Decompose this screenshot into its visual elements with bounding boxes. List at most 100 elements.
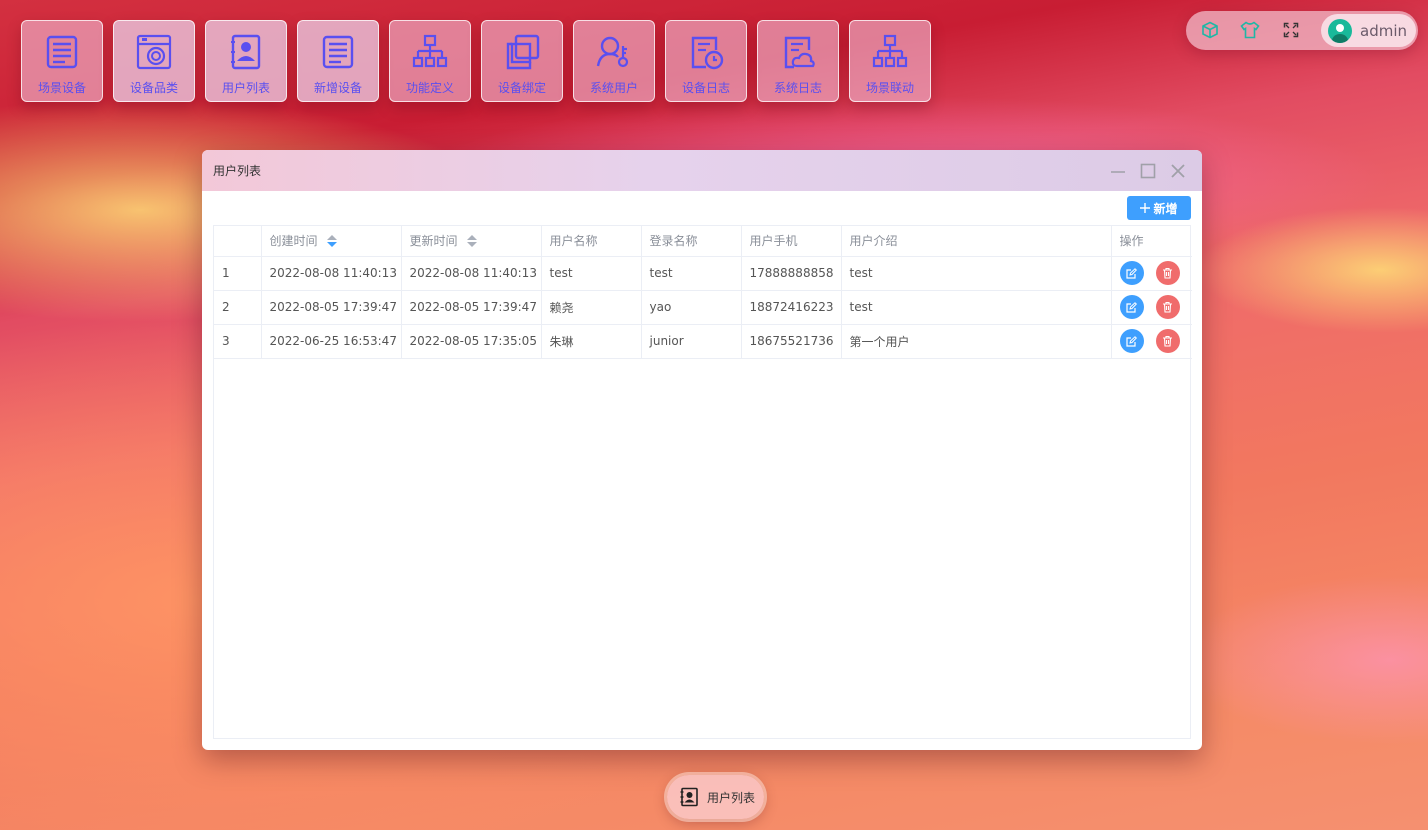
desktop-icon-label: 设备品类: [129, 81, 178, 95]
edit-icon: [1126, 301, 1137, 313]
delete-button[interactable]: [1155, 295, 1180, 319]
cell-actions: [1111, 290, 1192, 325]
desktop-icon-function-definition[interactable]: 功能定义: [389, 20, 471, 102]
taskbar-item-user-list[interactable]: 用户列表: [667, 775, 764, 819]
cube-icon[interactable]: [1198, 18, 1222, 42]
cell-index: 1: [214, 256, 262, 291]
org-chart-icon: [872, 34, 908, 68]
plus-icon: [1140, 203, 1151, 213]
taskbar-label: 用户列表: [707, 790, 756, 805]
cell-intro: 第一个用户: [841, 324, 1112, 359]
avatar: [1328, 18, 1352, 43]
edit-icon: [1126, 335, 1137, 347]
delete-button[interactable]: [1155, 329, 1180, 353]
fullscreen-icon[interactable]: [1279, 18, 1303, 42]
user-name: admin: [1360, 21, 1407, 40]
cell-phone: 18675521736: [741, 324, 842, 359]
close-icon: [1171, 164, 1185, 178]
column-header-intro: 用户介绍: [841, 226, 1112, 257]
cell-user-name: test: [541, 256, 642, 291]
desktop-icon-device-categories[interactable]: 设备品类: [113, 20, 195, 102]
table-header-row: 创建时间 更新时间 用户名称 登录名称 用户手机 用户介绍 操作: [214, 226, 1192, 257]
column-header-login-name: 登录名称: [641, 226, 742, 257]
sort-icon[interactable]: [327, 234, 338, 249]
desktop-icon-label: 系统用户: [589, 81, 638, 95]
column-header-index: [214, 226, 262, 257]
tshirt-icon[interactable]: [1238, 18, 1262, 42]
column-header-label: 创建时间: [269, 234, 318, 249]
cell-created: 2022-08-08 11:40:13: [261, 256, 402, 291]
doc-cloud-icon: [784, 36, 815, 69]
user-key-icon: [596, 36, 629, 68]
list-icon: [46, 35, 78, 69]
desktop-icon-label: 设备绑定: [497, 81, 546, 95]
cell-login-name: test: [641, 256, 742, 291]
table-row[interactable]: 2 2022-08-05 17:39:47 2022-08-05 17:39:4…: [214, 290, 1192, 325]
cell-actions: [1111, 324, 1192, 359]
desktop-icon-add-device[interactable]: 新增设备: [297, 20, 379, 102]
trash-icon: [1163, 335, 1172, 347]
desktop-icons: 场景设备 设备品类 用户列表 新增设备 功能定义 设备绑定 系统用户 设备日志 …: [21, 20, 931, 102]
column-header-updated[interactable]: 更新时间: [401, 226, 542, 257]
contact-card-icon: [680, 787, 698, 807]
table-row[interactable]: 1 2022-08-08 11:40:13 2022-08-08 11:40:1…: [214, 256, 1192, 291]
sort-icon[interactable]: [467, 234, 478, 249]
window-titlebar[interactable]: 用户列表: [202, 150, 1202, 191]
cell-created: 2022-06-25 16:53:47: [261, 324, 402, 359]
table-row[interactable]: 3 2022-06-25 16:53:47 2022-08-05 17:35:0…: [214, 324, 1192, 359]
cell-actions: [1111, 256, 1192, 291]
delete-button[interactable]: [1155, 261, 1180, 285]
washer-icon: [136, 34, 172, 70]
column-header-phone: 用户手机: [741, 226, 842, 257]
desktop-icon-system-users[interactable]: 系统用户: [573, 20, 655, 102]
desktop-icon-label: 功能定义: [405, 81, 454, 95]
add-user-label: 新增: [1153, 201, 1178, 216]
maximize-button[interactable]: [1138, 161, 1158, 181]
desktop-icon-system-log[interactable]: 系统日志: [757, 20, 839, 102]
list-icon: [322, 35, 354, 69]
cell-index: 2: [214, 290, 262, 325]
desktop-icon-label: 场景设备: [37, 81, 86, 95]
desktop-icon-label: 场景联动: [865, 81, 914, 95]
cell-updated: 2022-08-05 17:35:05: [401, 324, 542, 359]
desktop-icon-scene-linkage[interactable]: 场景联动: [849, 20, 931, 102]
desktop-icon-device-log[interactable]: 设备日志: [665, 20, 747, 102]
column-header-created[interactable]: 创建时间: [261, 226, 402, 257]
cell-intro: test: [841, 256, 1112, 291]
trash-icon: [1163, 267, 1172, 279]
user-menu[interactable]: admin: [1321, 14, 1416, 47]
desktop-icon-label: 用户列表: [221, 81, 270, 95]
edit-icon: [1126, 267, 1137, 279]
cell-login-name: yao: [641, 290, 742, 325]
cell-user-name: 朱琳: [541, 324, 642, 359]
column-header-user-name: 用户名称: [541, 226, 642, 257]
desktop-icon-label: 新增设备: [313, 81, 362, 95]
maximize-icon: [1140, 163, 1156, 179]
add-user-button[interactable]: 新增: [1127, 196, 1191, 220]
top-toolbar: admin: [1186, 11, 1418, 50]
desktop-icon-user-list[interactable]: 用户列表: [205, 20, 287, 102]
column-header-label: 更新时间: [409, 234, 458, 249]
user-list-window: 用户列表 新增 创建时间 更新时间 用户名称 登录名称 用户手机 用户介绍 操作…: [202, 150, 1202, 750]
trash-icon: [1163, 301, 1172, 313]
desktop-icon-scene-devices[interactable]: 场景设备: [21, 20, 103, 102]
contact-card-icon: [231, 34, 261, 70]
cell-created: 2022-08-05 17:39:47: [261, 290, 402, 325]
cell-intro: test: [841, 290, 1112, 325]
cell-phone: 18872416223: [741, 290, 842, 325]
user-table: 创建时间 更新时间 用户名称 登录名称 用户手机 用户介绍 操作 1 2022-…: [213, 225, 1192, 739]
minimize-button[interactable]: [1108, 161, 1128, 181]
window-title: 用户列表: [213, 164, 262, 178]
column-header-actions: 操作: [1111, 226, 1192, 257]
cell-phone: 17888888858: [741, 256, 842, 291]
cell-login-name: junior: [641, 324, 742, 359]
edit-button[interactable]: [1119, 295, 1144, 319]
org-chart-icon: [412, 34, 448, 68]
cell-updated: 2022-08-05 17:39:47: [401, 290, 542, 325]
edit-button[interactable]: [1119, 329, 1144, 353]
desktop-icon-device-binding[interactable]: 设备绑定: [481, 20, 563, 102]
close-button[interactable]: [1168, 161, 1188, 181]
edit-button[interactable]: [1119, 261, 1144, 285]
doc-clock-icon: [691, 36, 724, 70]
cell-updated: 2022-08-08 11:40:13: [401, 256, 542, 291]
